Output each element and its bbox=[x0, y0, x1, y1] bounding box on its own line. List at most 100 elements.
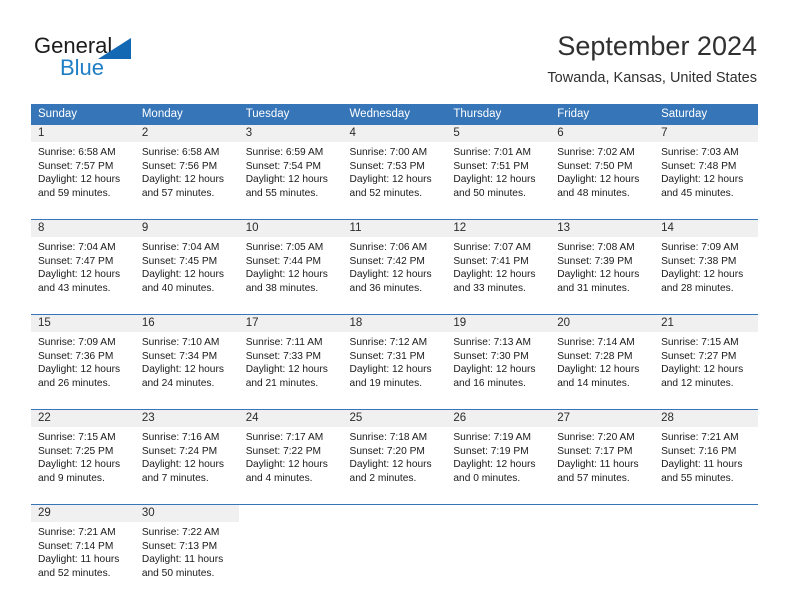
weekday-header-tuesday: Tuesday bbox=[238, 104, 343, 125]
calendar-day-cell[interactable]: 24 Sunrise: 7:17 AM Sunset: 7:22 PM Dayligh… bbox=[238, 409, 343, 505]
calendar-day-cell[interactable]: 14 Sunrise: 7:09 AM Sunset: 7:38 PM Dayligh… bbox=[654, 219, 758, 315]
daylight-text: Daylight: 12 hours and 24 minutes. bbox=[141, 364, 224, 389]
page-subtitle-location: Towanda, Kansas, United States bbox=[547, 70, 757, 86]
weekday-header-sunday: Sunday bbox=[31, 104, 135, 125]
day-number: 12 bbox=[446, 220, 551, 237]
daylight-text: Daylight: 11 hours and 55 minutes. bbox=[661, 459, 743, 484]
calendar-day-cell[interactable]: 20 Sunrise: 7:14 AM Sunset: 7:28 PM Dayligh… bbox=[550, 314, 655, 410]
calendar-day-cell[interactable]: 1 Sunrise: 6:58 AM Sunset: 7:57 PM Daylight… bbox=[31, 125, 135, 220]
day-number: 1 bbox=[31, 125, 135, 142]
calendar-day-cell[interactable]: 13 Sunrise: 7:08 AM Sunset: 7:39 PM Dayligh… bbox=[550, 219, 655, 315]
calendar-day-cell[interactable]: 7 Sunrise: 7:03 AM Sunset: 7:48 PM Daylight… bbox=[654, 125, 758, 220]
day-sun-info: Sunrise: 7:12 AM Sunset: 7:31 PM Daylight:… bbox=[343, 332, 447, 390]
daylight-text: Daylight: 12 hours and 7 minutes. bbox=[141, 459, 224, 484]
brand-logo[interactable]: General Blue bbox=[34, 33, 214, 85]
calendar-day-cell[interactable]: 25 Sunrise: 7:18 AM Sunset: 7:20 PM Dayligh… bbox=[342, 409, 447, 505]
calendar-empty-cell bbox=[342, 504, 447, 599]
day-number: 8 bbox=[31, 220, 135, 237]
calendar-day-cell[interactable]: 3 Sunrise: 6:59 AM Sunset: 7:54 PM Daylight… bbox=[238, 125, 343, 220]
daylight-text: Daylight: 12 hours and 14 minutes. bbox=[557, 364, 640, 389]
day-sun-info: Sunrise: 7:04 AM Sunset: 7:45 PM Daylight:… bbox=[135, 237, 239, 295]
daylight-text: Daylight: 12 hours and 43 minutes. bbox=[38, 269, 121, 294]
sunset-text: Sunset: 7:54 PM bbox=[245, 160, 322, 172]
sunset-text: Sunset: 7:51 PM bbox=[453, 160, 529, 172]
day-sun-info: Sunrise: 7:04 AM Sunset: 7:47 PM Daylight:… bbox=[31, 237, 135, 295]
calendar-day-cell[interactable]: 6 Sunrise: 7:02 AM Sunset: 7:50 PM Daylight… bbox=[550, 125, 655, 220]
calendar-day-cell[interactable]: 4 Sunrise: 7:00 AM Sunset: 7:53 PM Daylight… bbox=[342, 125, 447, 220]
sunrise-text: Sunrise: 7:20 AM bbox=[557, 432, 635, 443]
calendar-day-cell[interactable]: 30 Sunrise: 7:22 AM Sunset: 7:13 PM Dayligh… bbox=[134, 504, 239, 599]
page-header: General Blue September 2024 Towanda, Kan… bbox=[0, 0, 792, 100]
day-sun-info: Sunrise: 7:06 AM Sunset: 7:42 PM Daylight:… bbox=[343, 237, 447, 295]
day-number bbox=[550, 505, 654, 522]
sunset-text: Sunset: 7:24 PM bbox=[141, 445, 218, 457]
calendar-day-cell[interactable]: 26 Sunrise: 7:19 AM Sunset: 7:19 PM Dayligh… bbox=[446, 409, 551, 505]
calendar-day-cell[interactable]: 17 Sunrise: 7:11 AM Sunset: 7:33 PM Dayligh… bbox=[238, 314, 343, 410]
sunset-text: Sunset: 7:19 PM bbox=[453, 445, 529, 457]
calendar-header-row: Sunday Monday Tuesday Wednesday Thursday Frid… bbox=[31, 104, 758, 125]
daylight-text: Daylight: 12 hours and 12 minutes. bbox=[661, 364, 744, 389]
weekday-header-monday: Monday bbox=[134, 104, 239, 125]
day-sun-info: Sunrise: 7:20 AM Sunset: 7:17 PM Daylight:… bbox=[550, 427, 654, 485]
day-sun-info: Sunrise: 7:14 AM Sunset: 7:28 PM Daylight:… bbox=[550, 332, 654, 390]
calendar-day-cell[interactable]: 15 Sunrise: 7:09 AM Sunset: 7:36 PM Dayligh… bbox=[31, 314, 135, 410]
day-number bbox=[239, 505, 343, 522]
calendar-day-cell[interactable]: 5 Sunrise: 7:01 AM Sunset: 7:51 PM Daylight… bbox=[446, 125, 551, 220]
day-sun-info: Sunrise: 7:00 AM Sunset: 7:53 PM Daylight:… bbox=[343, 142, 447, 200]
sunrise-text: Sunrise: 7:05 AM bbox=[245, 242, 324, 253]
calendar-day-cell[interactable]: 23 Sunrise: 7:16 AM Sunset: 7:24 PM Dayligh… bbox=[134, 409, 239, 505]
sunrise-text: Sunrise: 7:19 AM bbox=[453, 432, 531, 443]
day-sun-info: Sunrise: 7:08 AM Sunset: 7:39 PM Daylight:… bbox=[550, 237, 654, 295]
sunset-text: Sunset: 7:56 PM bbox=[141, 160, 218, 172]
sunrise-text: Sunrise: 7:09 AM bbox=[38, 337, 116, 348]
sunrise-text: Sunrise: 7:14 AM bbox=[557, 337, 635, 348]
title-block: September 2024 Towanda, Kansas, United S… bbox=[547, 30, 757, 88]
sunset-text: Sunset: 7:50 PM bbox=[557, 160, 633, 172]
day-sun-info: Sunrise: 7:16 AM Sunset: 7:24 PM Daylight:… bbox=[135, 427, 239, 485]
calendar-day-cell[interactable]: 11 Sunrise: 7:06 AM Sunset: 7:42 PM Dayligh… bbox=[342, 219, 447, 315]
day-sun-info: Sunrise: 7:18 AM Sunset: 7:20 PM Daylight:… bbox=[343, 427, 447, 485]
calendar-day-cell[interactable]: 19 Sunrise: 7:13 AM Sunset: 7:30 PM Dayligh… bbox=[446, 314, 551, 410]
calendar-empty-cell bbox=[238, 504, 343, 599]
daylight-text: Daylight: 11 hours and 50 minutes. bbox=[141, 554, 224, 579]
day-number: 18 bbox=[342, 315, 447, 332]
daylight-text: Daylight: 12 hours and 40 minutes. bbox=[141, 269, 224, 294]
day-number: 28 bbox=[654, 410, 758, 427]
calendar-day-cell[interactable]: 2 Sunrise: 6:58 AM Sunset: 7:56 PM Daylight… bbox=[134, 125, 239, 220]
day-number bbox=[446, 505, 550, 522]
sunset-text: Sunset: 7:34 PM bbox=[141, 350, 218, 362]
calendar-day-cell[interactable]: 28 Sunrise: 7:21 AM Sunset: 7:16 PM Dayligh… bbox=[654, 409, 758, 505]
sunrise-text: Sunrise: 7:15 AM bbox=[661, 337, 739, 348]
day-number: 25 bbox=[342, 410, 447, 427]
calendar-day-cell[interactable]: 18 Sunrise: 7:12 AM Sunset: 7:31 PM Dayligh… bbox=[342, 314, 447, 410]
calendar-week-row: 1 Sunrise: 6:58 AM Sunset: 7:57 PM Daylight… bbox=[31, 125, 758, 220]
calendar-day-cell[interactable]: 12 Sunrise: 7:07 AM Sunset: 7:41 PM Dayligh… bbox=[446, 219, 551, 315]
day-number: 19 bbox=[446, 315, 551, 332]
day-number bbox=[654, 505, 758, 522]
daylight-text: Daylight: 11 hours and 52 minutes. bbox=[38, 554, 120, 579]
calendar-day-cell[interactable]: 22 Sunrise: 7:15 AM Sunset: 7:25 PM Dayligh… bbox=[31, 409, 135, 505]
day-number: 4 bbox=[342, 125, 447, 142]
calendar-day-cell[interactable]: 9 Sunrise: 7:04 AM Sunset: 7:45 PM Daylight… bbox=[134, 219, 239, 315]
calendar-empty-cell bbox=[446, 504, 551, 599]
day-sun-info: Sunrise: 7:03 AM Sunset: 7:48 PM Daylight:… bbox=[654, 142, 758, 200]
daylight-text: Daylight: 12 hours and 45 minutes. bbox=[661, 174, 744, 199]
day-sun-info: Sunrise: 6:59 AM Sunset: 7:54 PM Daylight:… bbox=[239, 142, 343, 200]
calendar-day-cell[interactable]: 8 Sunrise: 7:04 AM Sunset: 7:47 PM Daylight… bbox=[31, 219, 135, 315]
day-number: 15 bbox=[31, 315, 135, 332]
calendar-day-cell[interactable]: 27 Sunrise: 7:20 AM Sunset: 7:17 PM Dayligh… bbox=[550, 409, 655, 505]
calendar-day-cell[interactable]: 10 Sunrise: 7:05 AM Sunset: 7:44 PM Dayligh… bbox=[238, 219, 343, 315]
day-sun-info: Sunrise: 6:58 AM Sunset: 7:57 PM Daylight:… bbox=[31, 142, 135, 200]
day-sun-info: Sunrise: 7:15 AM Sunset: 7:25 PM Daylight:… bbox=[31, 427, 135, 485]
calendar-day-cell[interactable]: 21 Sunrise: 7:15 AM Sunset: 7:27 PM Dayligh… bbox=[654, 314, 758, 410]
calendar-week-row: 15 Sunrise: 7:09 AM Sunset: 7:36 PM Dayligh… bbox=[31, 314, 758, 410]
day-sun-info: Sunrise: 7:07 AM Sunset: 7:41 PM Daylight:… bbox=[446, 237, 550, 295]
sunset-text: Sunset: 7:47 PM bbox=[38, 255, 114, 267]
day-number: 21 bbox=[654, 315, 758, 332]
day-number: 20 bbox=[550, 315, 655, 332]
sunset-text: Sunset: 7:42 PM bbox=[349, 255, 425, 267]
brand-name-blue: Blue bbox=[60, 55, 105, 80]
calendar-day-cell[interactable]: 29 Sunrise: 7:21 AM Sunset: 7:14 PM Dayligh… bbox=[31, 504, 135, 599]
calendar-day-cell[interactable]: 16 Sunrise: 7:10 AM Sunset: 7:34 PM Dayligh… bbox=[134, 314, 239, 410]
day-number: 5 bbox=[446, 125, 551, 142]
